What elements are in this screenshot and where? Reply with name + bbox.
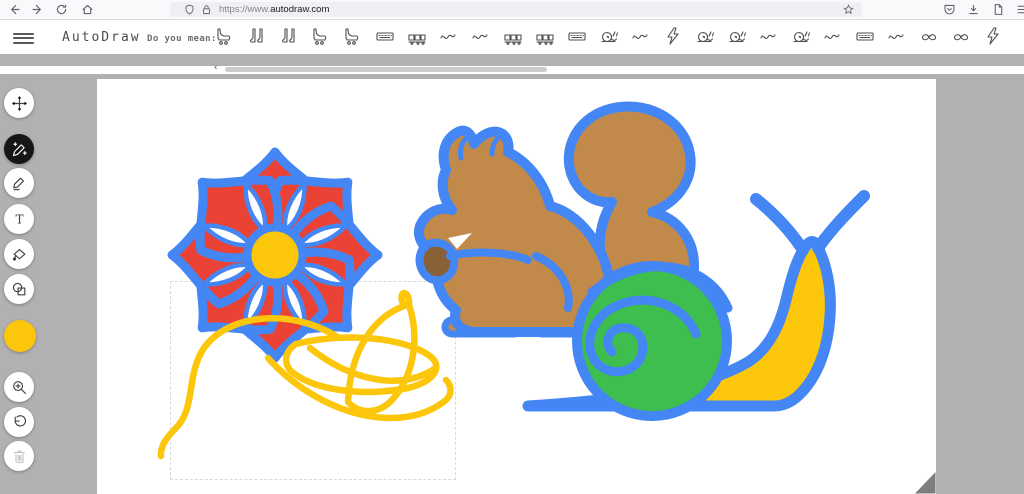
url-text: https://www.autodraw.com [219,4,843,15]
zoom-in-icon [11,379,28,396]
suggestion-ripples-icon[interactable] [823,25,843,47]
drawing-canvas[interactable] [97,79,936,494]
suggestion-bench-icon[interactable] [503,25,523,47]
home-icon[interactable] [81,3,94,16]
color-picker[interactable] [4,320,36,352]
magic-pen-icon [11,141,28,158]
app-header: AutoDraw Do you mean: ‹ [0,20,1024,54]
suggest-label: Do you mean: [147,34,217,44]
address-bar[interactable]: https://www.autodraw.com [170,2,862,17]
suggestion-boots-icon[interactable] [247,25,267,47]
suggestion-train-icon[interactable] [407,25,427,47]
suggestion-keyboard-icon[interactable] [855,25,875,47]
suggestion-roller-skate-icon[interactable] [215,25,235,47]
suggestion-wave-line-icon[interactable] [887,25,907,47]
suggestion-robot-icon[interactable] [375,25,395,47]
url-domain: autodraw.com [270,4,329,15]
suggestion-mustache-icon[interactable] [919,25,939,47]
delete-button[interactable] [4,441,34,471]
shapes-icon [11,281,28,298]
hamburger-menu-icon[interactable] [13,33,34,44]
reload-icon[interactable] [55,3,68,16]
suggestion-duck-icon[interactable] [791,25,811,47]
suggestion-paintbrush-icon[interactable] [663,25,683,47]
suggestion-snail-icon[interactable] [695,25,715,47]
suggestion-wagon-icon[interactable] [535,25,555,47]
shield-icon[interactable] [184,4,195,15]
app-title: AutoDraw [62,30,141,45]
menu-icon[interactable] [1016,3,1024,16]
suggestion-strip [215,23,1024,49]
suggestion-lollipop-icon[interactable] [599,25,619,47]
zoom-tool[interactable] [4,372,34,402]
scrollbar-thumb[interactable] [225,67,547,72]
suggestion-skate-icon[interactable] [311,25,331,47]
pocket-icon[interactable] [943,3,955,16]
autodraw-tool[interactable] [4,134,34,164]
forward-icon[interactable] [31,3,44,16]
trash-icon [11,448,28,465]
back-icon[interactable] [8,3,21,16]
suggestion-spring-icon[interactable] [439,25,459,47]
type-tool[interactable]: T [4,204,34,234]
suggestion-snail-shell-icon[interactable] [727,25,747,47]
shape-tool[interactable] [4,274,34,304]
suggestion-scrollbar: ‹ [0,66,1024,74]
move-icon [11,95,28,112]
undo-icon [11,414,28,431]
bookmark-star-icon[interactable] [843,4,854,15]
suggestion-fish-icon[interactable] [759,25,779,47]
page-fold [915,472,936,494]
browser-toolbar: https://www.autodraw.com [0,0,1024,20]
lock-icon[interactable] [201,4,212,15]
suggestion-wave-icon[interactable] [471,25,491,47]
select-tool[interactable] [4,88,34,118]
suggestion-house-icon[interactable] [567,25,587,47]
download-icon[interactable] [967,3,979,16]
workspace: T [0,54,1024,494]
url-scheme: https://www. [219,4,270,15]
text-icon: T [11,211,28,228]
fill-tool[interactable] [4,239,34,269]
fill-icon [11,246,28,263]
suggestion-arch-icon[interactable] [951,25,971,47]
undo-button[interactable] [4,407,34,437]
pencil-icon [11,175,28,192]
svg-text:T: T [15,212,23,226]
suggestion-ice-skates-icon[interactable] [279,25,299,47]
draw-tool[interactable] [4,168,34,198]
scroll-left-arrow[interactable]: ‹ [213,63,218,73]
suggestion-roller-skates-icon[interactable] [343,25,363,47]
suggestion-lightning-icon[interactable] [983,25,1003,47]
drawings-layer [97,79,936,494]
page-icon[interactable] [992,3,1004,16]
suggestion-hook-icon[interactable] [631,25,651,47]
